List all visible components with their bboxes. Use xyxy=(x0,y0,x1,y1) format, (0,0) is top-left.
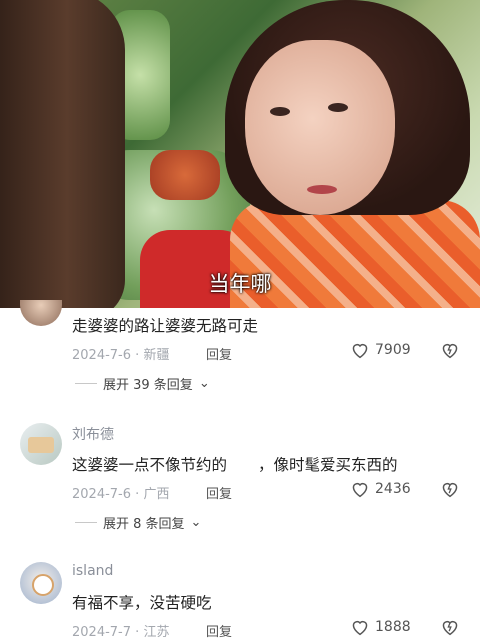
comment-item: 刘布德 这婆婆一点不像节约的 ，像时髦爱买东西的 2024-7-6 · 广西 回… xyxy=(0,420,480,540)
divider xyxy=(75,383,97,384)
username[interactable]: island xyxy=(72,563,113,579)
video-frame[interactable]: 当年哪 xyxy=(0,0,480,308)
broken-heart-icon xyxy=(442,482,458,498)
expand-label: 展开 39 条回复 xyxy=(103,378,193,393)
chevron-down-icon: ⌄ xyxy=(190,515,202,530)
expand-replies[interactable]: 展开 8 条回复 ⌄ xyxy=(75,513,201,532)
avatar[interactable] xyxy=(20,562,62,604)
reply-button[interactable]: 回复 xyxy=(206,621,232,640)
background-carrots xyxy=(150,150,220,200)
meta-separator: · xyxy=(135,348,140,363)
chevron-down-icon: ⌄ xyxy=(198,376,210,391)
right-eye xyxy=(328,103,348,112)
comment-text: 有福不享，没苦硬吃 xyxy=(72,594,212,612)
comment-date: 2024-7-6 xyxy=(72,348,132,363)
heart-icon xyxy=(352,343,368,359)
username[interactable]: 刘布德 xyxy=(72,424,114,444)
left-eye xyxy=(270,107,290,116)
avatar[interactable] xyxy=(20,300,62,326)
like-button[interactable]: 1888 xyxy=(350,618,411,636)
comment-location: 广西 xyxy=(143,487,170,502)
broken-heart-icon xyxy=(442,343,458,359)
comment-text: 这婆婆一点不像节约的 ，像时髦爱买东西的 xyxy=(72,456,398,474)
comment-item: 走婆婆的路让婆婆无路可走 2024-7-6 · 新疆 回复 7909 展开 39… xyxy=(0,300,480,400)
comment-date: 2024-7-7 xyxy=(72,625,132,640)
video-subtitle: 当年哪 xyxy=(208,272,272,296)
reply-button[interactable]: 回复 xyxy=(206,483,232,502)
foreground-person-hair xyxy=(0,0,125,308)
comment-item: island 有福不享，没苦硬吃 2024-7-7 · 江苏 回复 1888 xyxy=(0,560,480,640)
like-count: 2436 xyxy=(375,481,411,497)
comment-meta: 2024-7-7 · 江苏 xyxy=(72,621,169,640)
woman-mouth xyxy=(307,185,337,194)
comment-location: 新疆 xyxy=(143,348,170,363)
avatar-image xyxy=(28,437,54,453)
avatar[interactable] xyxy=(20,423,62,465)
heart-icon xyxy=(352,482,368,498)
like-button[interactable]: 7909 xyxy=(350,341,411,359)
comment-location: 江苏 xyxy=(143,625,170,640)
dislike-button[interactable] xyxy=(440,341,460,363)
dislike-button[interactable] xyxy=(440,618,460,640)
expand-replies[interactable]: 展开 39 条回复 ⌄ xyxy=(75,374,210,393)
like-button[interactable]: 2436 xyxy=(350,480,411,498)
comment-meta: 2024-7-6 · 新疆 xyxy=(72,344,169,363)
like-count: 1888 xyxy=(375,619,411,635)
reply-button[interactable]: 回复 xyxy=(206,344,232,363)
expand-label: 展开 8 条回复 xyxy=(103,517,185,532)
avatar-image xyxy=(32,574,54,596)
broken-heart-icon xyxy=(442,620,458,636)
dislike-button[interactable] xyxy=(440,480,460,502)
heart-icon xyxy=(352,620,368,636)
divider xyxy=(75,522,97,523)
like-count: 7909 xyxy=(375,342,411,358)
meta-separator: · xyxy=(135,625,140,640)
comment-meta: 2024-7-6 · 广西 xyxy=(72,483,169,502)
meta-separator: · xyxy=(135,487,140,502)
comment-date: 2024-7-6 xyxy=(72,487,132,502)
comment-text: 走婆婆的路让婆婆无路可走 xyxy=(72,317,259,335)
